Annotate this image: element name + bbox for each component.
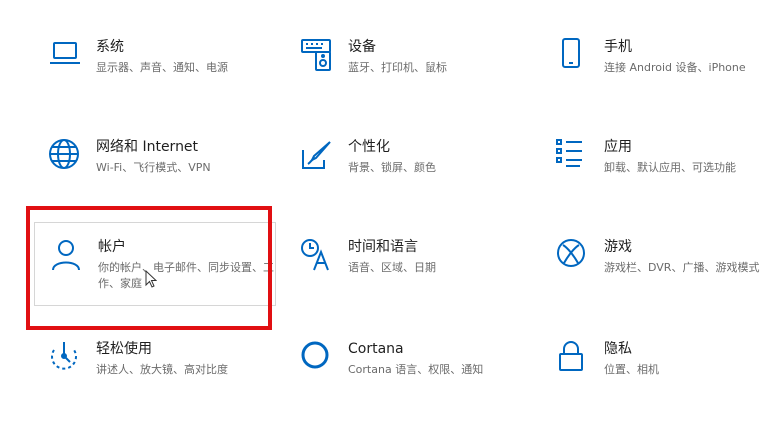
tile-title: 设备 [348, 39, 376, 55]
laptop-icon [48, 38, 82, 72]
tile-title: 系统 [96, 39, 124, 55]
tile-title: 时间和语言 [348, 239, 418, 255]
tile-title: 个性化 [348, 139, 390, 155]
time-language-icon [300, 238, 334, 272]
tile-title: 网络和 Internet [96, 139, 199, 155]
tile-description: 连接 Android 设备、iPhone [604, 61, 746, 74]
tile-time-language[interactable]: 时间和语言 语音、区域、日期 [300, 238, 530, 308]
tile-gaming[interactable]: 游戏 游戏栏、DVR、广播、游戏模式 [556, 238, 772, 308]
tile-description: 显示器、声音、通知、电源 [96, 61, 228, 74]
tile-title: 手机 [604, 39, 632, 55]
cortana-icon [300, 340, 334, 374]
tile-cortana[interactable]: Cortana Cortana 语言、权限、通知 [300, 340, 530, 410]
tile-description: 语音、区域、日期 [348, 261, 436, 274]
tile-network[interactable]: 网络和 Internet Wi-Fi、飞行模式、VPN [48, 138, 278, 208]
tile-phone[interactable]: 手机 连接 Android 设备、iPhone [556, 38, 772, 108]
tile-description: Wi-Fi、飞行模式、VPN [96, 161, 211, 174]
tile-description: 背景、锁屏、颜色 [348, 161, 436, 174]
tile-title: 应用 [604, 139, 632, 155]
tile-ease-of-access[interactable]: 轻松使用 讲述人、放大镜、高对比度 [48, 340, 278, 410]
paint-icon [300, 138, 334, 172]
xbox-icon [556, 238, 590, 272]
mouse-cursor-icon [145, 270, 157, 288]
tile-description: 游戏栏、DVR、广播、游戏模式 [604, 261, 760, 274]
tile-description: 位置、相机 [604, 363, 659, 376]
tile-description: 蓝牙、打印机、鼠标 [348, 61, 447, 74]
tile-devices[interactable]: 设备 蓝牙、打印机、鼠标 [300, 38, 530, 108]
tile-description: Cortana 语言、权限、通知 [348, 363, 484, 376]
tile-title: 轻松使用 [96, 341, 152, 357]
tile-privacy[interactable]: 隐私 位置、相机 [556, 340, 772, 410]
tile-personalization[interactable]: 个性化 背景、锁屏、颜色 [300, 138, 530, 208]
tile-title: 隐私 [604, 341, 632, 357]
tile-apps[interactable]: 应用 卸载、默认应用、可选功能 [556, 138, 772, 208]
tile-title: 游戏 [604, 239, 632, 255]
phone-icon [556, 38, 590, 72]
apps-list-icon [556, 138, 590, 172]
tile-title: Cortana [348, 341, 404, 357]
highlight-box [26, 206, 272, 330]
tile-description: 讲述人、放大镜、高对比度 [96, 363, 228, 376]
lock-icon [556, 340, 590, 374]
tile-description: 卸载、默认应用、可选功能 [604, 161, 736, 174]
globe-icon [48, 138, 82, 172]
keyboard-speaker-icon [300, 38, 334, 72]
tile-system[interactable]: 系统 显示器、声音、通知、电源 [48, 38, 278, 108]
ease-of-access-icon [48, 340, 82, 374]
